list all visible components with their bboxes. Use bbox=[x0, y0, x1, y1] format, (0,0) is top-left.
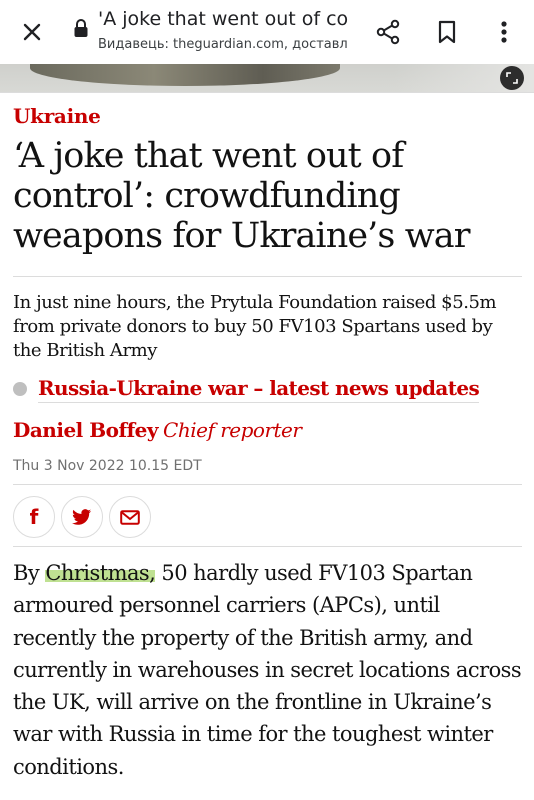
facebook-share-button[interactable]: f bbox=[13, 496, 55, 538]
close-icon[interactable] bbox=[14, 14, 50, 50]
highlighted-text[interactable]: Christmas, bbox=[45, 561, 156, 585]
share-icon[interactable] bbox=[368, 12, 408, 52]
bookmark-icon[interactable] bbox=[427, 12, 467, 52]
page-publisher: Видавець: theguardian.com, доставлен bbox=[98, 37, 348, 52]
publish-date[interactable]: Thu 3 Nov 2022 10.15 EDT bbox=[13, 458, 202, 474]
article-body-paragraph: By Christmas, 50 hardly used FV103 Spart… bbox=[13, 561, 522, 779]
twitter-icon bbox=[72, 508, 92, 525]
author-name[interactable]: Daniel Boffey bbox=[13, 418, 159, 442]
live-updates-link[interactable]: Russia-Ukraine war – latest news updates bbox=[13, 376, 523, 404]
browser-toolbar: 'A joke that went out of cont... Видавец… bbox=[0, 0, 534, 64]
byline: Daniel Boffey Chief reporter bbox=[13, 418, 302, 442]
live-dot-icon bbox=[13, 382, 27, 396]
lock-icon bbox=[73, 18, 89, 38]
more-vert-icon[interactable] bbox=[484, 12, 524, 52]
email-icon bbox=[120, 509, 140, 525]
hero-vehicle bbox=[30, 64, 340, 86]
hero-image bbox=[0, 64, 534, 92]
divider bbox=[13, 546, 522, 547]
email-share-button[interactable] bbox=[109, 496, 151, 538]
divider bbox=[13, 484, 522, 485]
page-title: 'A joke that went out of cont... bbox=[98, 8, 348, 30]
article-standfirst: In just nine hours, the Prytula Foundati… bbox=[13, 292, 497, 361]
twitter-share-button[interactable] bbox=[61, 496, 103, 538]
article-headline: ‘A joke that went out of control’: crowd… bbox=[13, 136, 470, 256]
section-kicker[interactable]: Ukraine bbox=[13, 104, 101, 128]
divider bbox=[13, 276, 522, 277]
facebook-icon: f bbox=[29, 505, 39, 529]
live-updates-link-text[interactable]: Russia-Ukraine war – latest news updates bbox=[38, 376, 480, 403]
expand-icon[interactable] bbox=[500, 66, 524, 90]
author-role: Chief reporter bbox=[163, 418, 302, 442]
